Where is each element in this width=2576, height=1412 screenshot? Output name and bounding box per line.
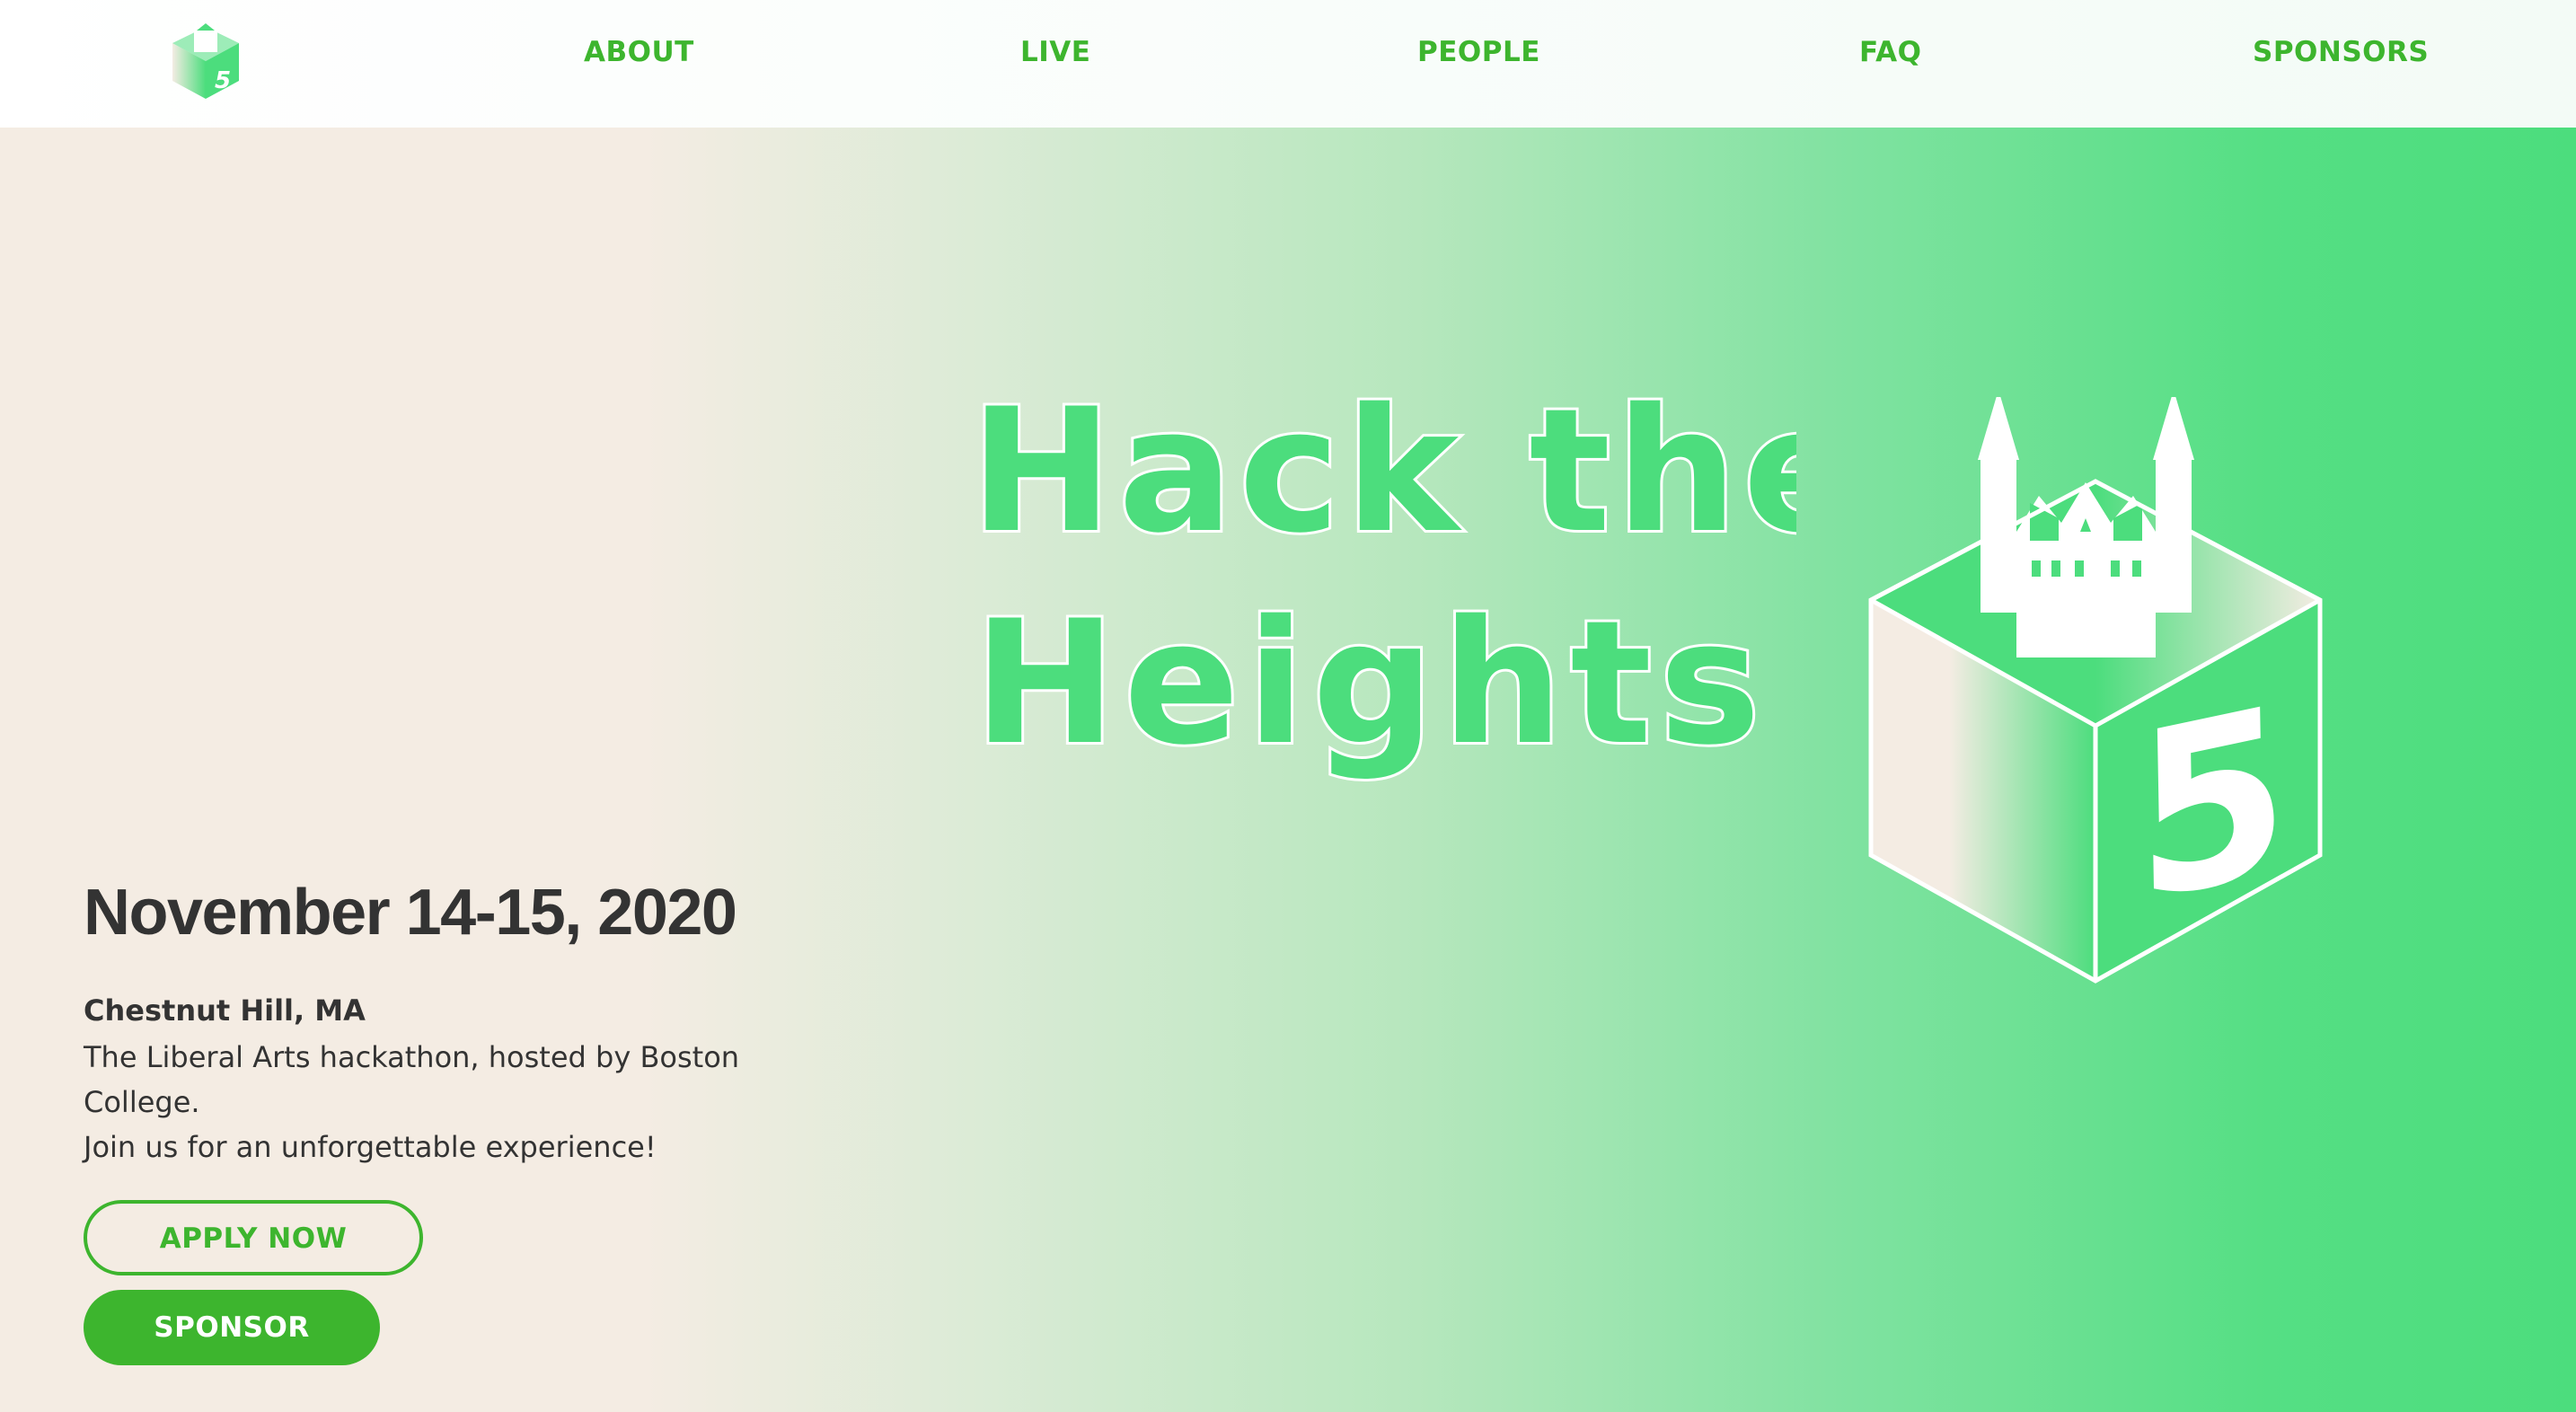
nav-link-faq[interactable]: FAQ	[1859, 32, 1921, 72]
hero-title: Hack the Heights	[967, 370, 1796, 785]
event-description: The Liberal Arts hackathon, hosted by Bo…	[84, 1035, 766, 1169]
event-location: Chestnut Hill, MA	[84, 993, 366, 1028]
hero-title-line2: Heights	[974, 584, 1768, 782]
nav-link-about[interactable]: ABOUT	[584, 32, 694, 72]
nav-link-live[interactable]: LIVE	[1020, 32, 1090, 72]
event-date: November 14-15, 2020	[84, 877, 737, 949]
apply-now-button[interactable]: APPLY NOW	[84, 1200, 423, 1275]
sponsor-button[interactable]: SPONSOR	[84, 1290, 380, 1365]
nav-link-sponsors[interactable]: SPONSORS	[2253, 32, 2429, 72]
nav-link-people[interactable]: PEOPLE	[1417, 32, 1540, 72]
hero-cube-logo-icon: 5	[1868, 397, 2323, 984]
svg-text:5: 5	[215, 67, 231, 94]
top-navbar: 5 ABOUT LIVE PEOPLE FAQ SPONSORS	[0, 0, 2576, 128]
event-description-line1: The Liberal Arts hackathon, hosted by Bo…	[84, 1040, 740, 1119]
hero-title-line1: Hack the	[970, 372, 1796, 570]
hackathon-logo-icon[interactable]: 5	[165, 16, 246, 106]
hero-section: Hack the Heights 5 November 14-15, 2020 …	[0, 128, 2576, 1412]
event-description-line2: Join us for an unforgettable experience!	[84, 1130, 657, 1164]
